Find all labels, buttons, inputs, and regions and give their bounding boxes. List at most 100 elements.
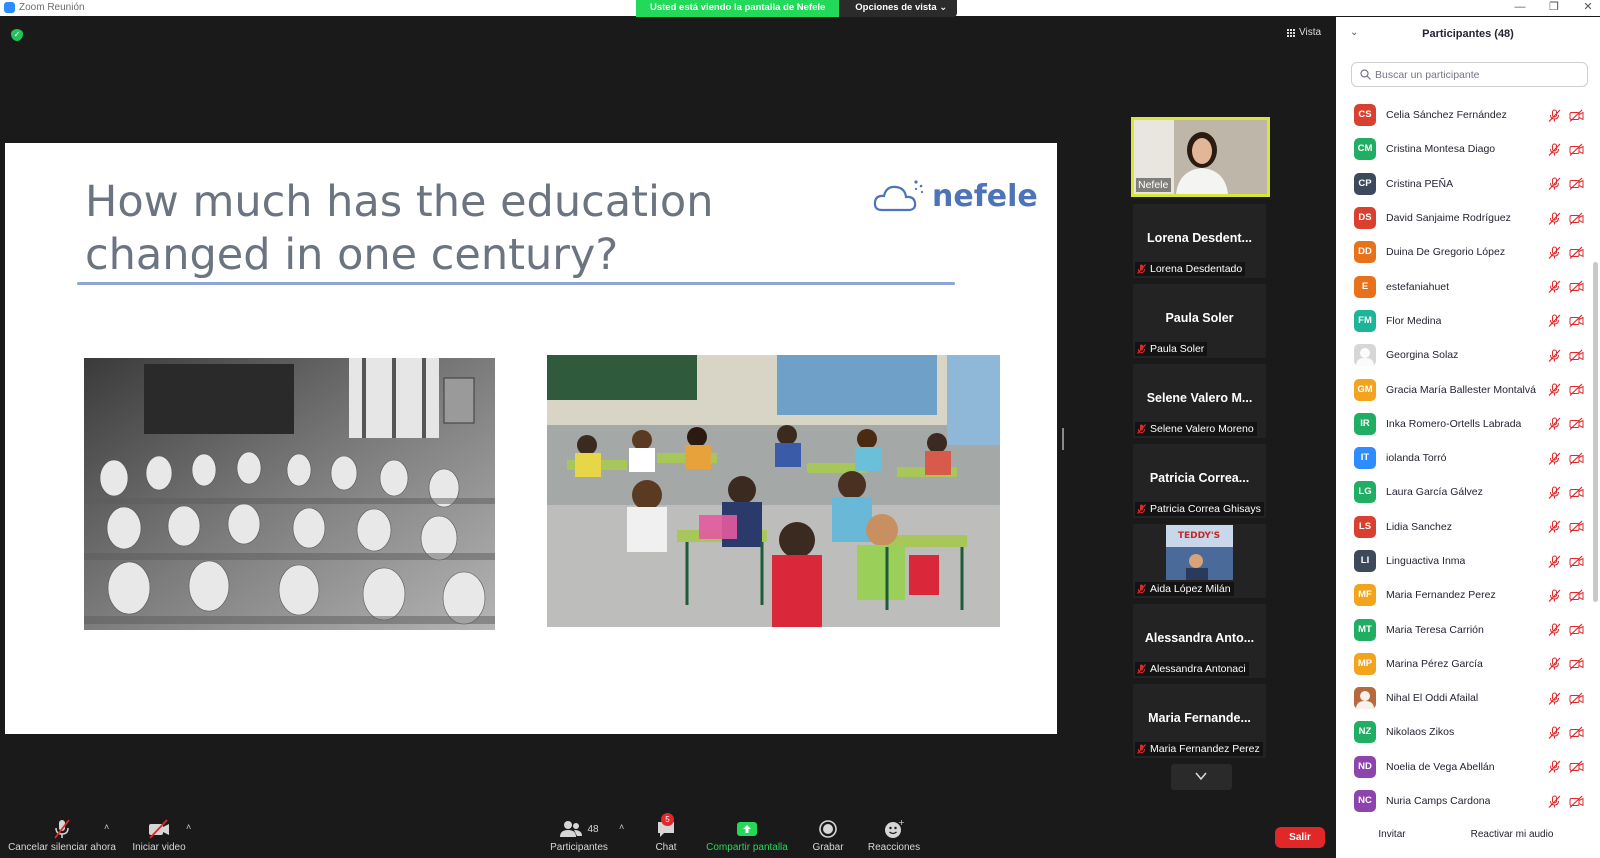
participant-status-icons: [1548, 280, 1584, 294]
video-tile[interactable]: Maria Fernande... Maria Fernandez Perez: [1133, 684, 1266, 758]
participant-status-icons: [1548, 795, 1584, 808]
chat-button[interactable]: 5 Chat: [648, 813, 684, 853]
reactions-button[interactable]: + Reacciones: [866, 818, 922, 853]
close-icon[interactable]: ✕: [1582, 0, 1594, 14]
video-off-icon: [1569, 177, 1584, 191]
view-button[interactable]: Vista: [1287, 27, 1321, 38]
invite-button[interactable]: Invitar: [1370, 824, 1414, 846]
chevron-down-icon: ⌄: [939, 2, 948, 13]
participant-row[interactable]: NZ Nikolaos Zikos: [1336, 715, 1592, 749]
view-options-button[interactable]: Opciones de vista ⌄: [839, 0, 958, 17]
microphone-muted-icon: [1548, 589, 1561, 602]
participant-row[interactable]: IT iolanda Torró: [1336, 441, 1592, 475]
video-tile-active-speaker[interactable]: Nefele: [1131, 117, 1270, 197]
minimize-icon[interactable]: —: [1514, 0, 1526, 14]
participant-row[interactable]: GM Gracia María Ballester Montalvá: [1336, 372, 1592, 406]
avatar: IR: [1354, 412, 1376, 435]
participant-name: Nuria Camps Cardona: [1386, 795, 1491, 808]
microphone-muted-icon: [1548, 280, 1561, 294]
splitter-handle[interactable]: [1062, 428, 1064, 450]
viewing-screen-label: Usted está viendo la pantalla de Nefele: [636, 0, 840, 17]
participant-row[interactable]: MP Marina Pérez García: [1336, 647, 1592, 681]
video-options-caret-icon[interactable]: ˄: [186, 822, 191, 832]
unmute-button[interactable]: Cancelar silenciar ahora: [6, 818, 118, 853]
participant-status-icons: [1548, 246, 1584, 259]
audio-options-caret-icon[interactable]: ˄: [104, 822, 109, 832]
participants-options-caret-icon[interactable]: ˄: [619, 822, 624, 832]
participant-name: Nihal El Oddi Afailal: [1386, 692, 1479, 705]
participant-row[interactable]: IR Inka Romero-Ortells Labrada: [1336, 407, 1592, 441]
video-tile[interactable]: Lorena Desdent... Lorena Desdentado: [1133, 204, 1266, 278]
participant-status-icons: [1548, 520, 1584, 534]
participants-button[interactable]: 48 Participantes: [548, 818, 610, 853]
video-tile-name: Patricia Correa...: [1149, 471, 1250, 485]
microphone-muted-icon: [1548, 726, 1561, 739]
participant-row[interactable]: CS Celia Sánchez Fernández: [1336, 98, 1592, 132]
microphone-muted-icon: [1137, 664, 1146, 674]
participant-row[interactable]: CM Cristina Montesa Diago: [1336, 132, 1592, 166]
video-off-icon: [1569, 623, 1584, 637]
restore-icon[interactable]: ❐: [1548, 0, 1560, 14]
encryption-shield-icon[interactable]: ✓: [11, 29, 23, 41]
participant-row[interactable]: Nihal El Oddi Afailal: [1336, 681, 1592, 715]
microphone-muted-icon: [1548, 760, 1561, 774]
meeting-toolbar: Cancelar silenciar ahora ˄ Iniciar video…: [0, 808, 1336, 858]
old-classroom-image: [84, 358, 495, 630]
participant-row[interactable]: NC Nuria Camps Cardona: [1336, 784, 1592, 818]
video-tile[interactable]: Selene Valero M... Selene Valero Moreno: [1133, 364, 1266, 438]
participant-status-icons: [1548, 760, 1584, 774]
video-tile-label: Patricia Correa Ghisays: [1135, 502, 1264, 516]
video-off-icon: [1569, 314, 1584, 328]
microphone-muted-icon: [1548, 520, 1561, 534]
participant-row[interactable]: FM Flor Medina: [1336, 304, 1592, 338]
participant-row[interactable]: LG Laura García Gálvez: [1336, 475, 1592, 509]
participant-row[interactable]: Eestefaniahuet: [1336, 269, 1592, 303]
participant-name: Georgina Solaz: [1386, 349, 1459, 362]
participant-row[interactable]: LS Lidia Sanchez: [1336, 510, 1592, 544]
cloud-icon: [873, 180, 924, 212]
video-tile-label: Nefele: [1136, 178, 1172, 192]
view-label: Vista: [1299, 27, 1322, 38]
slide-title-line-2: changed in one century?: [85, 230, 619, 280]
participant-search-input[interactable]: [1375, 68, 1575, 81]
participant-name: iolanda Torró: [1386, 452, 1447, 465]
participant-row[interactable]: LI Linguactiva Inma: [1336, 544, 1592, 578]
avatar: LG: [1354, 481, 1376, 504]
record-button[interactable]: Grabar: [808, 818, 848, 853]
participant-row[interactable]: DD Duina De Gregorio López: [1336, 235, 1592, 269]
participant-row[interactable]: CP Cristina PEÑA: [1336, 167, 1592, 201]
video-tile[interactable]: Paula Soler Paula Soler: [1133, 284, 1266, 358]
participant-name: Cristina Montesa Diago: [1386, 143, 1496, 156]
participant-row[interactable]: ND Noelia de Vega Abellán: [1336, 750, 1592, 784]
participant-row[interactable]: Georgina Solaz: [1336, 338, 1592, 372]
avatar: IT: [1354, 447, 1376, 470]
panel-title: Participantes (48): [1422, 28, 1514, 40]
leave-button[interactable]: Salir: [1275, 827, 1325, 848]
participant-name: David Sanjaime Rodríguez: [1386, 212, 1511, 225]
start-video-button[interactable]: Iniciar video: [128, 818, 190, 853]
video-tile-name: Alessandra Anto...: [1144, 631, 1255, 645]
video-tile[interactable]: Patricia Correa... Patricia Correa Ghisay…: [1133, 444, 1266, 518]
video-tile[interactable]: Alessandra Anto... Alessandra Antonaci: [1133, 604, 1266, 678]
microphone-muted-icon: [1548, 383, 1561, 396]
microphone-muted-icon: [54, 819, 70, 839]
share-screen-button[interactable]: Compartir pantalla: [702, 818, 792, 853]
video-tile-name: Maria Fernande...: [1148, 711, 1251, 725]
participant-search[interactable]: [1351, 62, 1588, 87]
reactivate-audio-button[interactable]: Reactivar mi audio: [1464, 824, 1560, 846]
participant-row[interactable]: MT Maria Teresa Carrión: [1336, 612, 1592, 646]
participant-status-icons: [1548, 486, 1584, 499]
video-off-icon: [1569, 417, 1584, 431]
panel-scrollbar[interactable]: [1593, 262, 1598, 602]
participant-name: Inka Romero-Ortells Labrada: [1386, 417, 1522, 430]
search-icon: [1360, 69, 1371, 80]
participant-status-icons: [1548, 417, 1584, 431]
video-off-icon: [1569, 795, 1584, 808]
participant-row[interactable]: MF Maria Fernandez Perez: [1336, 578, 1592, 612]
scroll-down-button[interactable]: [1171, 764, 1232, 790]
microphone-muted-icon: [1137, 584, 1146, 594]
smiley-reaction-icon: +: [885, 819, 905, 838]
participant-status-icons: [1548, 623, 1584, 637]
video-tile[interactable]: TEDDY'S Aida López Milán: [1133, 524, 1266, 598]
participant-row[interactable]: DS David Sanjaime Rodríguez: [1336, 201, 1592, 235]
